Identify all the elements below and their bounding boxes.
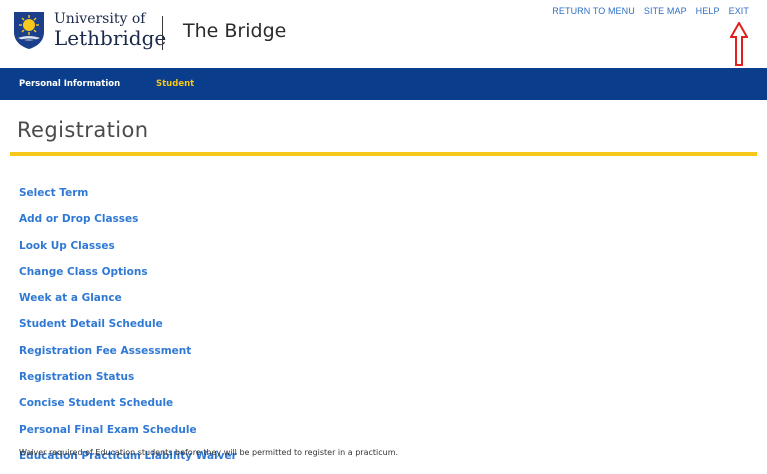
look-up-classes-link[interactable]: Look Up Classes xyxy=(19,240,115,252)
waiver-description: Waiver required of Education students be… xyxy=(19,448,399,457)
list-item: Look Up Classes xyxy=(19,234,237,260)
registration-status-link[interactable]: Registration Status xyxy=(19,371,134,383)
concise-student-schedule-link[interactable]: Concise Student Schedule xyxy=(19,397,173,409)
page-header: University of Lethbridge The Bridge RETU… xyxy=(0,0,767,68)
app-title: The Bridge xyxy=(183,20,287,42)
personal-final-exam-schedule-link[interactable]: Personal Final Exam Schedule xyxy=(19,424,197,436)
week-at-a-glance-link[interactable]: Week at a Glance xyxy=(19,292,122,304)
list-item: Add or Drop Classes xyxy=(19,207,237,233)
list-item: Select Term xyxy=(19,181,237,207)
title-underline xyxy=(10,152,757,156)
list-item: Week at a Glance xyxy=(19,286,237,312)
university-name-line2: Lethbridge xyxy=(54,26,167,50)
help-link[interactable]: HELP xyxy=(696,6,720,16)
list-item: Personal Final Exam Schedule xyxy=(19,418,237,444)
university-name-line1: University of xyxy=(54,11,146,27)
top-links: RETURN TO MENU SITE MAP HELP EXIT xyxy=(552,6,749,16)
list-item: Registration Fee Assessment xyxy=(19,339,237,365)
student-detail-schedule-link[interactable]: Student Detail Schedule xyxy=(19,318,163,330)
university-crest-logo[interactable] xyxy=(12,10,46,50)
main-nav-bar: Personal Information Student xyxy=(0,68,767,100)
list-item: Concise Student Schedule xyxy=(19,391,237,417)
exit-link[interactable]: EXIT xyxy=(729,6,749,16)
page-title: Registration xyxy=(17,118,149,142)
list-item: Student Detail Schedule xyxy=(19,312,237,338)
registration-menu: Select Term Add or Drop Classes Look Up … xyxy=(19,181,398,470)
list-item: Change Class Options xyxy=(19,260,237,286)
tab-personal-information[interactable]: Personal Information xyxy=(19,79,120,89)
change-class-options-link[interactable]: Change Class Options xyxy=(19,266,148,278)
select-term-link[interactable]: Select Term xyxy=(19,187,88,199)
registration-fee-assessment-link[interactable]: Registration Fee Assessment xyxy=(19,345,191,357)
return-to-menu-link[interactable]: RETURN TO MENU xyxy=(552,6,635,16)
site-map-link[interactable]: SITE MAP xyxy=(644,6,687,16)
red-up-arrow-icon xyxy=(730,22,748,66)
tab-student[interactable]: Student xyxy=(156,79,194,89)
list-item: Registration Status xyxy=(19,365,237,391)
header-divider xyxy=(162,16,163,50)
add-drop-classes-link[interactable]: Add or Drop Classes xyxy=(19,213,138,225)
